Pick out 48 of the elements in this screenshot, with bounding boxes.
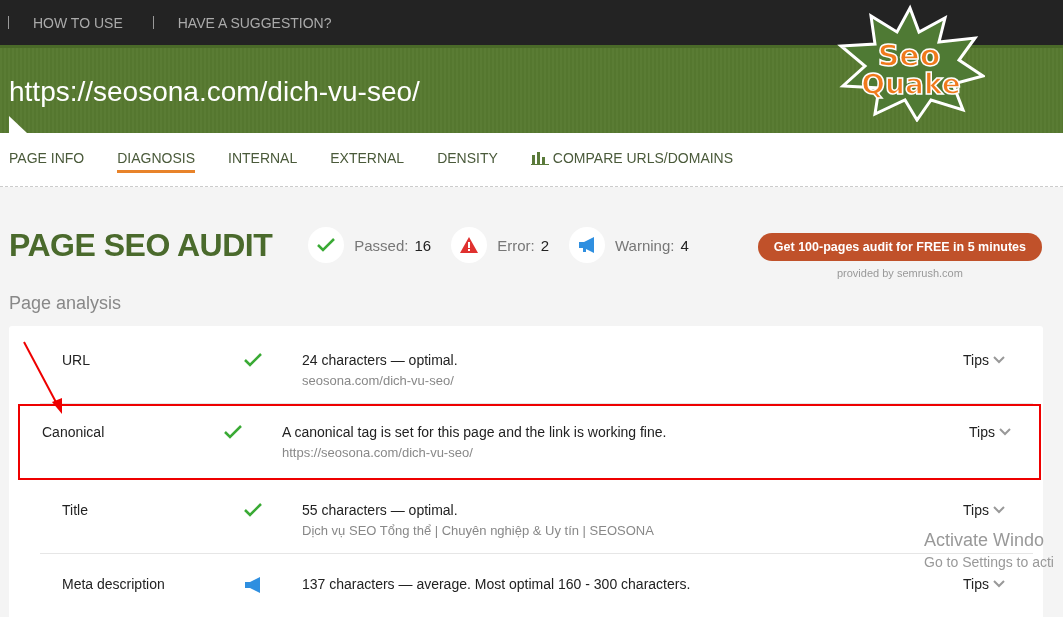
megaphone-icon (569, 227, 605, 263)
check-icon (224, 425, 242, 439)
check-name: Meta description (62, 576, 166, 592)
nav-tab[interactable]: INTERNAL (228, 146, 298, 173)
summary-count: 2 (540, 236, 549, 254)
chevron-down-icon (999, 428, 1011, 436)
chevron-down-icon (993, 356, 1005, 364)
nav-tab[interactable]: EXTERNAL (330, 146, 405, 173)
activation-notice: Activate Windo (924, 530, 1046, 551)
nav-tab[interactable]: DENSITY (437, 146, 498, 173)
check-result: A canonical tag is set for this page and the link is working fine. (282, 424, 668, 440)
nav-tab[interactable]: DIAGNOSIS (117, 146, 195, 173)
summary-count: 16 (414, 236, 432, 254)
section-title: Page analysis (9, 293, 123, 314)
check-result: 55 characters — optimal. (302, 502, 459, 518)
megaphone-icon (244, 577, 262, 593)
logo: Seo Quake (835, 4, 985, 122)
check-detail: seosona.com/dich-vu-seo/ (302, 373, 455, 388)
chevron-down-icon (993, 580, 1005, 588)
check-detail: Dịch vụ SEO Tổng thể | Chuyên nghiệp & Uy tín | SEOSONA (302, 523, 655, 538)
provided-by-label: provided by (836, 267, 894, 279)
tips-toggle[interactable]: Tips (963, 352, 1005, 368)
top-nav-link[interactable]: HAVE A SUGGESTION? (177, 14, 332, 31)
provider-name: semrush.com (896, 267, 963, 279)
summary-label: Warning: (615, 236, 675, 254)
tips-toggle[interactable]: Tips (963, 502, 1005, 518)
nav-tab[interactable]: PAGE INFO (9, 146, 85, 173)
tips-toggle[interactable]: Tips (969, 424, 1011, 440)
summary-count: 4 (680, 236, 689, 254)
summary-label: Error: (497, 236, 535, 254)
check-result: 24 characters — optimal. (302, 352, 459, 368)
nav-tab[interactable]: COMPARE URLS/DOMAINS (530, 146, 734, 173)
audit-offer-button[interactable]: Get 100-pages audit for FREE in 5 minutes (757, 233, 1042, 261)
check-icon (244, 353, 262, 367)
check-name: Title (62, 502, 89, 518)
summary-label: Passed: (354, 236, 409, 254)
top-nav-link[interactable]: HOW TO USE (33, 14, 123, 31)
tips-toggle[interactable]: Tips (963, 576, 1005, 592)
check-icon (244, 503, 262, 517)
check-name: Canonical (42, 424, 106, 440)
page-heading: PAGE SEO AUDIT (9, 226, 273, 264)
activation-hint: Go to Settings to acti (924, 554, 1054, 570)
check-icon (308, 227, 345, 263)
chevron-down-icon (993, 506, 1005, 514)
page-url: https://seosona.com/dich-vu-seo/ (9, 76, 420, 108)
check-detail: https://seosona.com/dich-vu-seo/ (282, 445, 474, 460)
check-name: URL (62, 352, 91, 368)
check-result: 137 characters — average. Most optimal 160 - 300 characters. (302, 576, 692, 592)
